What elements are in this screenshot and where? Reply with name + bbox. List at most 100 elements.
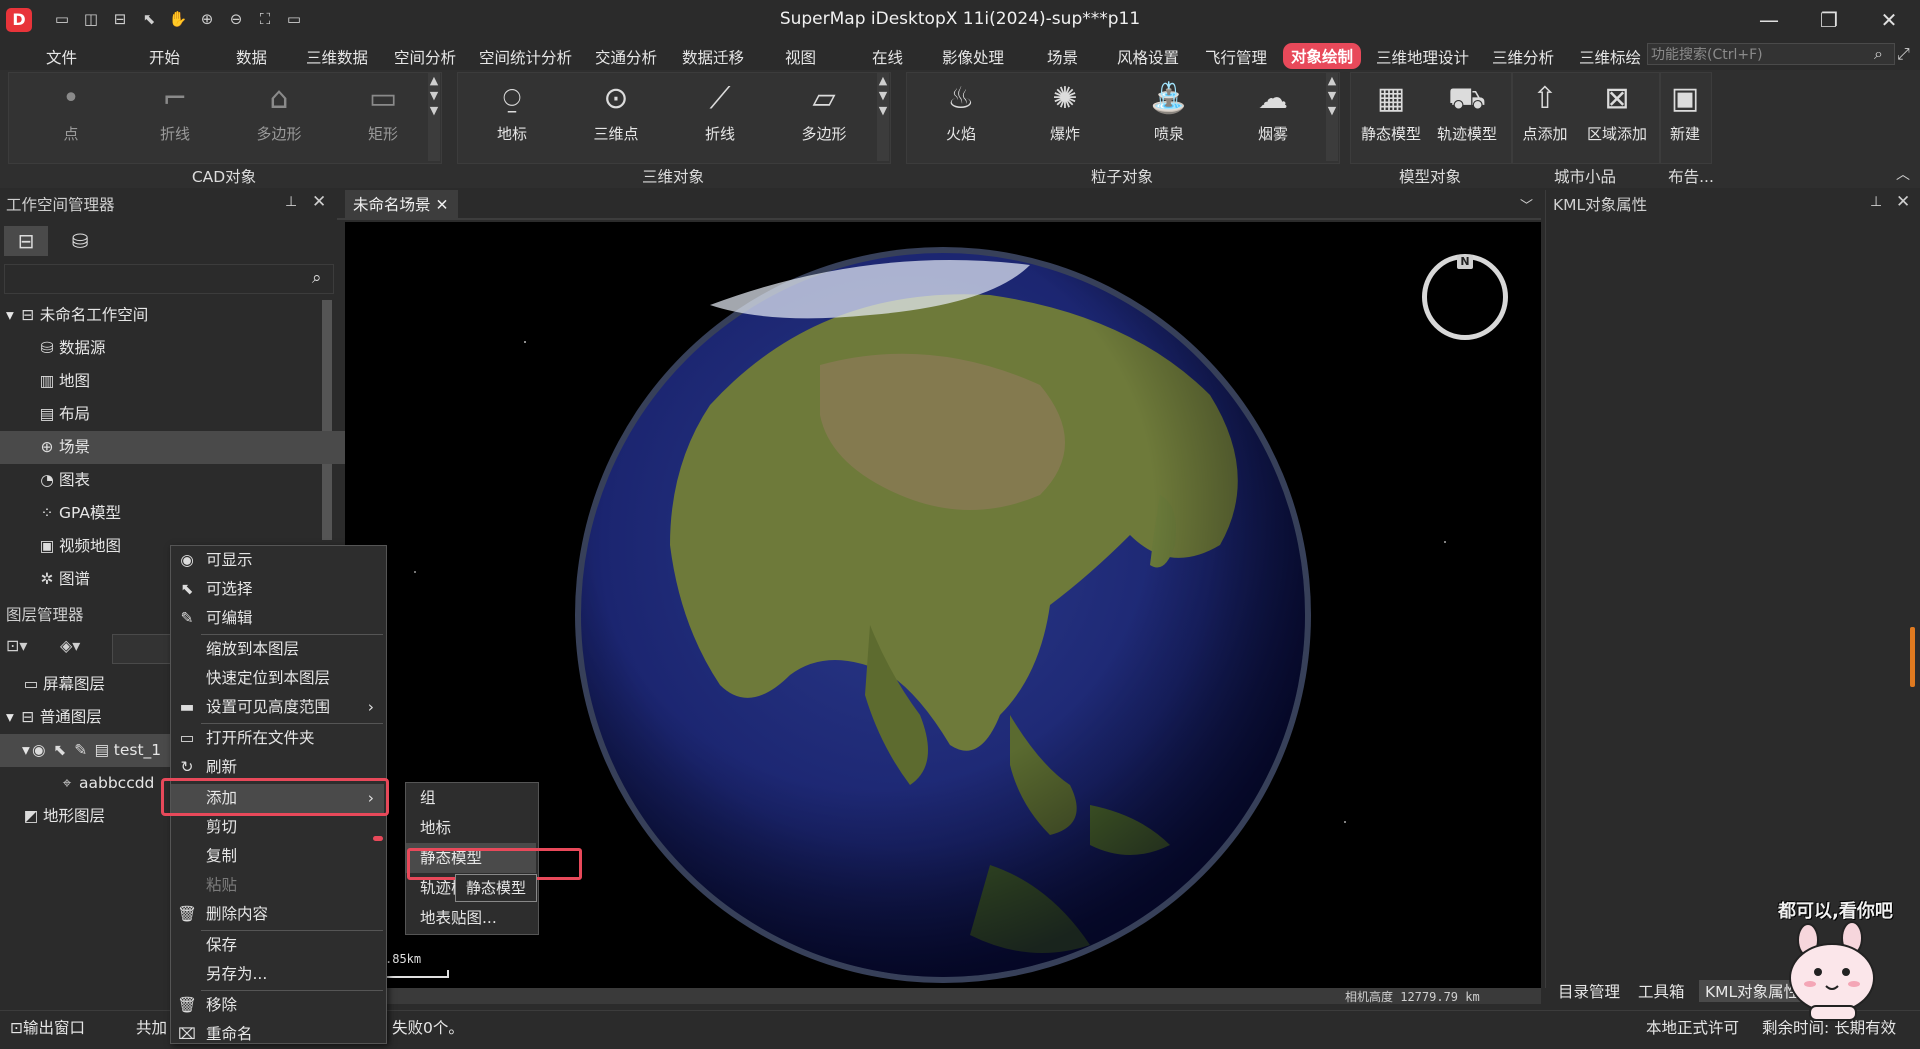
ctx-editable[interactable]: ✎ 可编辑 [171,604,384,633]
track-model-button[interactable]: ⛟ 轨迹模型 [1427,79,1507,144]
layer-style-icon[interactable]: ◈▾ [60,636,80,655]
folder-icon[interactable]: ▭ [284,9,304,29]
ctx-locate-layer[interactable]: 快速定位到本图层 [171,664,384,693]
cad-scroll-arrows[interactable]: ▲ ▼ ▼ [428,73,440,161]
expand-arrow-icon[interactable]: ▾ [6,708,19,726]
pin-icon[interactable]: ⊥ [1870,194,1882,210]
particle-scroll-arrows[interactable]: ▲ ▼ ▼ [1326,73,1338,161]
earth-globe[interactable] [570,245,1316,985]
ctx-save[interactable]: 保存 [171,931,384,960]
tree-item-gpa-model[interactable]: ⁘ GPA模型 [0,497,360,530]
menu-3d-analysis[interactable]: 三维分析 [1492,46,1554,68]
workspace-search-input[interactable] [4,264,334,294]
output-window-tab[interactable]: ⊡输出窗口 [10,1016,85,1038]
tab-scene[interactable]: 未命名场景 ✕ [345,190,458,220]
close-icon[interactable]: ✕ [1896,192,1910,212]
ctx-cut[interactable]: 剪切 [171,813,384,842]
pin-icon[interactable]: ⊥ [285,194,297,210]
tree-item-layout[interactable]: ▤ 布局 [0,398,360,431]
select-icon[interactable]: ⬉ [51,734,69,767]
cad-polyline-button[interactable]: ⌐ 折线 [135,79,215,144]
expand-arrow-icon[interactable]: ▾ [6,306,19,324]
tree-item-scene[interactable]: ⊕ 场景 [0,431,360,464]
ctx-rename[interactable]: ⌧ 重命名 [171,1020,384,1049]
menu-spatial-analysis[interactable]: 空间分析 [394,46,456,68]
minimize-icon[interactable]: — [1746,4,1792,36]
menu-online[interactable]: 在线 [872,46,903,68]
open-workspace-icon[interactable]: ◫ [81,9,101,29]
close-workspace-icon[interactable]: ⊟ [110,9,130,29]
pencil-icon[interactable]: ✎ [72,734,90,767]
menu-imagery[interactable]: 影像处理 [942,46,1004,68]
menu-3d-data[interactable]: 三维数据 [306,46,368,68]
workspace-tab-icon[interactable]: ⊟ [4,226,48,256]
3d-polyline-button[interactable]: ⟋ 折线 [680,79,760,144]
menu-traffic[interactable]: 交通分析 [595,46,657,68]
ctx-save-as[interactable]: 另存为... [171,960,384,989]
menu-3d-geodesign[interactable]: 三维地理设计 [1376,46,1469,68]
menu-migration[interactable]: 数据迁移 [682,46,744,68]
zoom-out-icon[interactable]: ⊖ [226,9,246,29]
resource-tab-icon[interactable]: ⛁ [58,226,102,256]
explosion-button[interactable]: ✺ 爆炸 [1025,79,1105,144]
layer-item-test1[interactable]: ▾ ◉ ⬉ ✎ ▤ test_1 [0,734,172,767]
ctx-paste[interactable]: 粘贴 [171,871,384,900]
new-board-button[interactable]: ▣ 新建 [1645,79,1725,144]
menu-style[interactable]: 风格设置 [1117,46,1179,68]
ribbon-collapse-icon[interactable]: ︿ [1896,164,1910,184]
chevron-down-icon[interactable]: ﹀ [1520,195,1533,214]
submenu-group[interactable]: 组 [406,783,536,813]
smoke-button[interactable]: ☁ 烟雾 [1233,79,1313,144]
tree-item-chart[interactable]: ◔ 图表 [0,464,360,497]
ctx-visible[interactable]: ◉ 可显示 [171,546,384,575]
ctx-remove[interactable]: 🗑 移除 [171,991,384,1020]
fountain-button[interactable]: ⛲ 喷泉 [1129,79,1209,144]
cad-rectangle-button[interactable]: ▭ 矩形 [343,79,423,144]
restore-icon[interactable]: ❐ [1806,4,1852,36]
menu-3d-plotting[interactable]: 三维标绘 [1579,46,1641,68]
layer-filter-input[interactable] [112,634,174,664]
zoom-in-icon[interactable]: ⊕ [197,9,217,29]
expand-icon[interactable]: ⤢ [1897,44,1910,64]
ctx-selectable[interactable]: ⬉ 可选择 [171,575,384,604]
ctx-visible-height[interactable]: ▬ 设置可见高度范围 › [171,693,384,722]
right-scroll-indicator[interactable] [1910,627,1915,687]
tree-item-workspace[interactable]: ▾ ⊟ 未命名工作空间 [0,299,328,332]
menu-object-drawing[interactable]: 对象绘制 [1283,43,1362,69]
close-icon[interactable]: ✕ [312,192,326,212]
static-model-button[interactable]: ▦ 静态模型 [1351,79,1431,144]
3d-polygon-button[interactable]: ⏥ 多边形 [784,79,864,144]
add-layer-icon[interactable]: ⊡▾ [6,636,27,655]
point-add-button[interactable]: ⇧ 点添加 [1505,79,1585,144]
expand-arrow-icon[interactable]: ▾ [22,741,30,759]
3d-scroll-arrows[interactable]: ▲ ▼ ▼ [877,73,889,161]
menu-spatial-stats[interactable]: 空间统计分析 [479,46,572,68]
pan-icon[interactable]: ✋ [168,9,188,29]
3d-landmark-button[interactable]: ⍜ 地标 [472,79,552,144]
tree-item-map[interactable]: ▥ 地图 [0,365,360,398]
close-icon[interactable]: ✕ [435,196,448,214]
search-icon[interactable]: ⌕ [1874,44,1883,64]
submenu-landmark[interactable]: 地标 [406,813,536,843]
tree-item-datasource[interactable]: ⛁ 数据源 [0,332,360,365]
select-icon[interactable]: ⬉ [139,9,159,29]
save-icon[interactable]: ▭ [52,9,72,29]
submenu-surface-image[interactable]: 地表贴图... [406,903,536,933]
ctx-zoom-to-layer[interactable]: 缩放到本图层 [171,635,384,664]
ctx-open-folder[interactable]: ▭ 打开所在文件夹 [171,724,384,753]
tab-catalog[interactable]: 目录管理 [1558,980,1620,1002]
menu-scene[interactable]: 场景 [1047,46,1078,68]
layer-item-placemark[interactable]: ⌖ aabbccdd [0,767,170,800]
cad-point-button[interactable]: • 点 [31,79,111,144]
close-icon[interactable]: ✕ [1866,4,1912,36]
menu-flight[interactable]: 飞行管理 [1205,46,1267,68]
menu-start[interactable]: 开始 [149,46,180,68]
flame-button[interactable]: ♨ 火焰 [921,79,1001,144]
shared-tab[interactable]: 共加 [136,1016,167,1038]
search-icon[interactable]: ⌕ [312,268,322,288]
eye-icon[interactable]: ◉ [30,734,48,767]
function-search-input[interactable]: 功能搜索(Ctrl+F) [1647,43,1895,65]
menu-file[interactable]: 文件 [46,46,77,68]
menu-view[interactable]: 视图 [785,46,816,68]
3d-point-button[interactable]: ⊙ 三维点 [576,79,656,144]
